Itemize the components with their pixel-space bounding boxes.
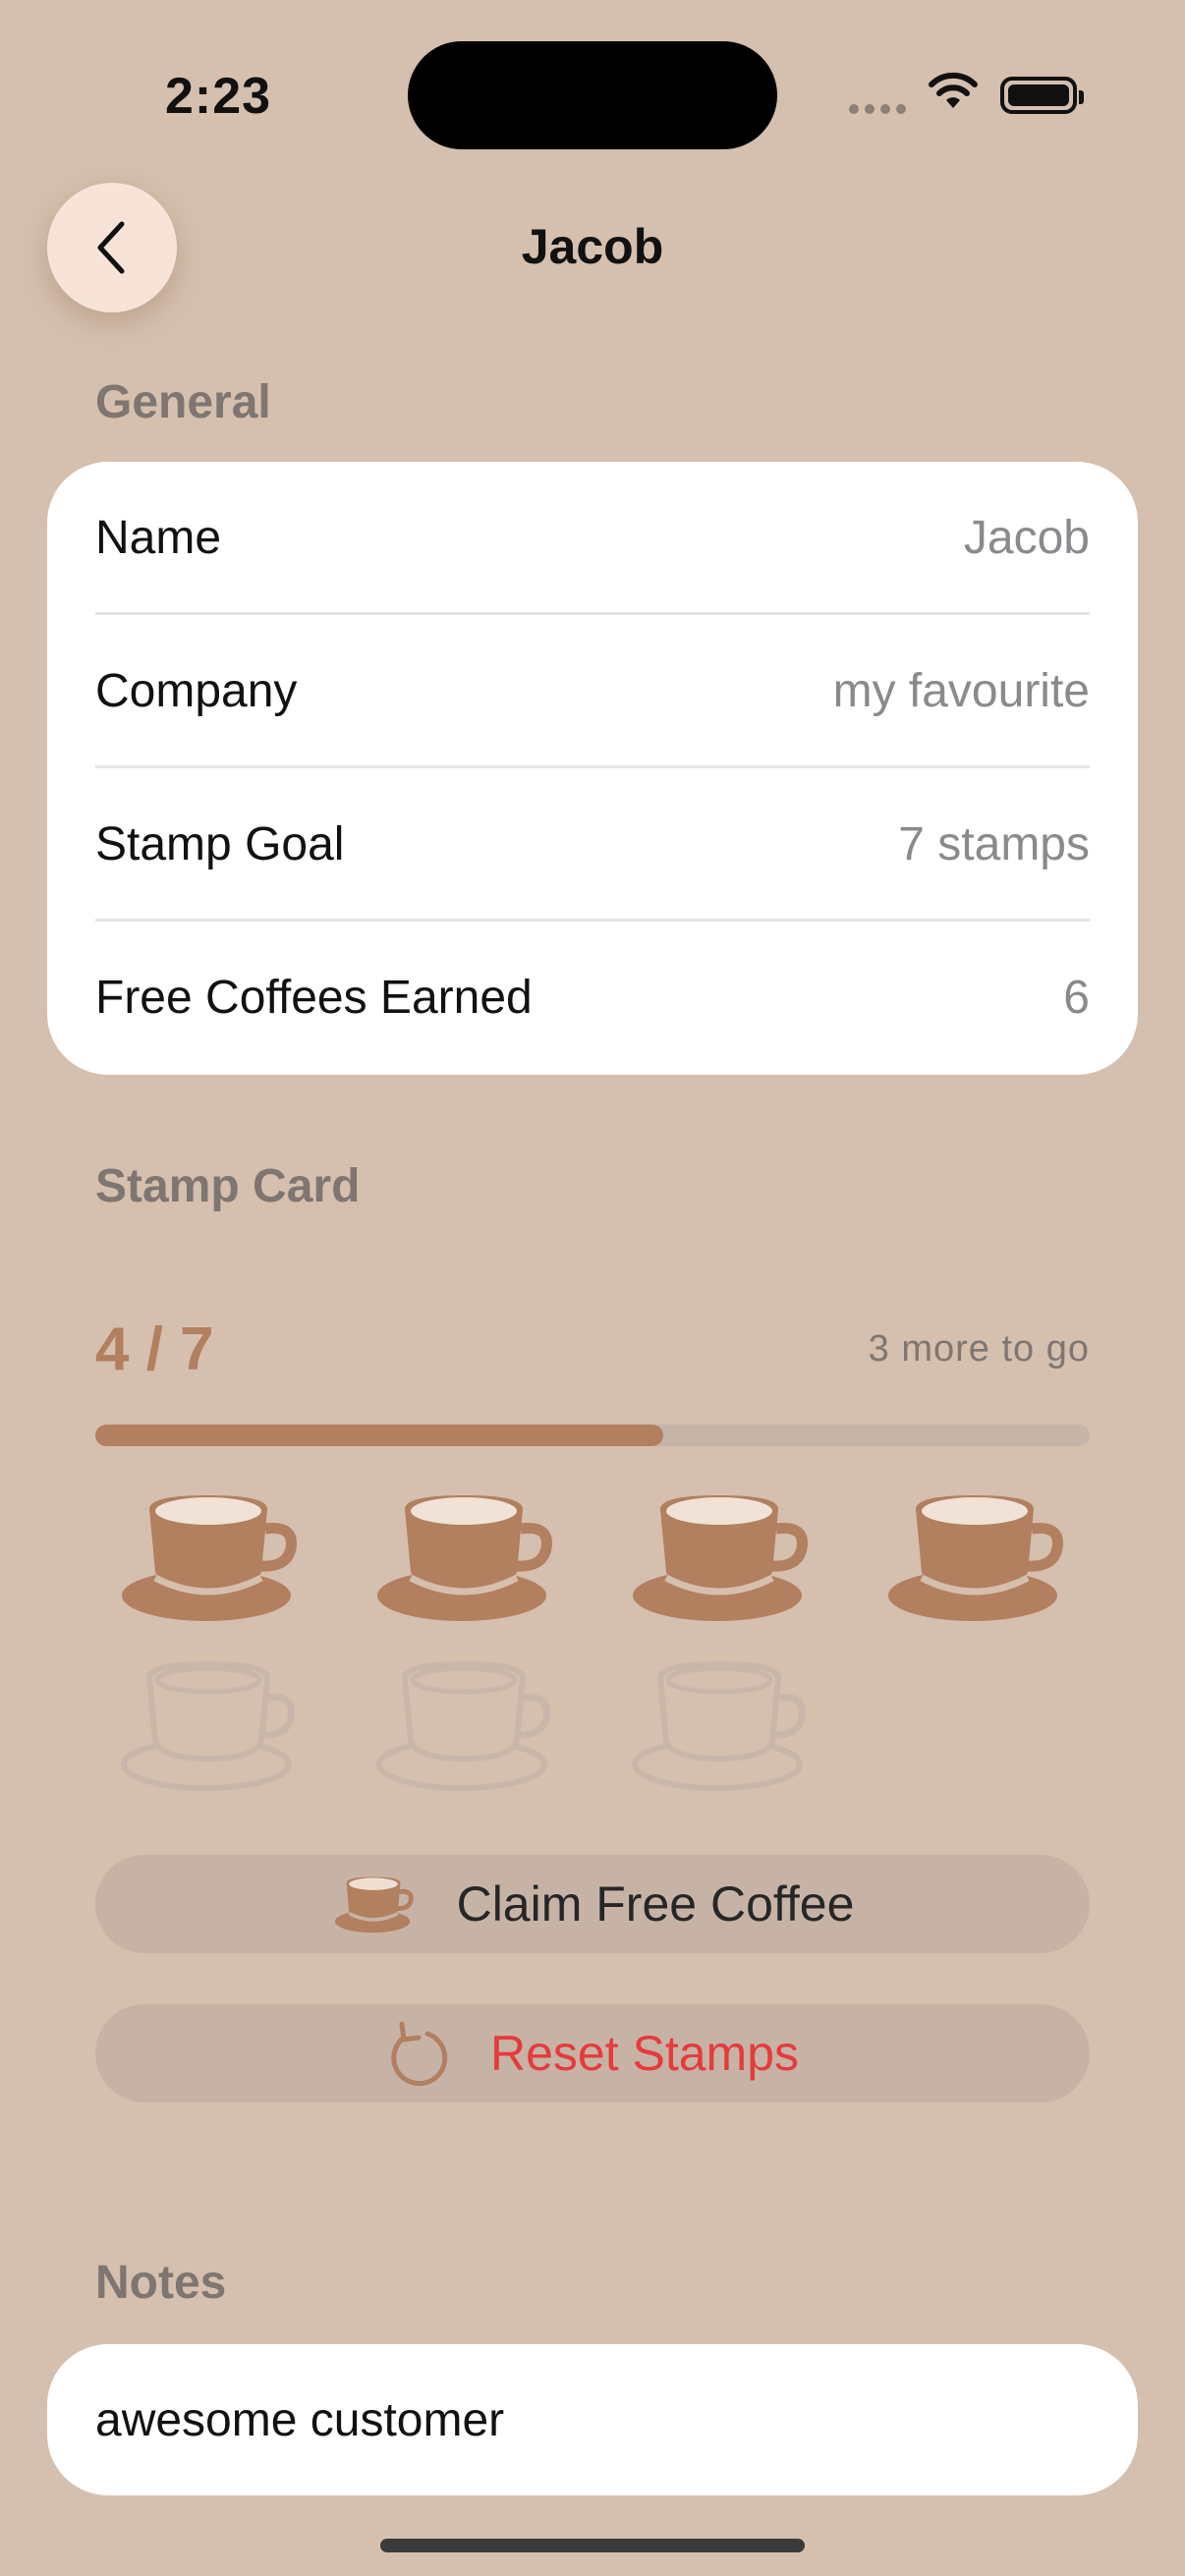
stamp-filled-icon[interactable] <box>375 1485 552 1623</box>
reset-arrow-icon <box>391 2021 448 2087</box>
row-label: Name <box>95 512 222 564</box>
reset-button-label: Reset Stamps <box>489 2026 799 2081</box>
row-value: 6 <box>1063 972 1090 1024</box>
stamps-remaining-text: 3 more to go <box>868 1328 1090 1370</box>
stamp-progress-fill <box>95 1425 663 1446</box>
row-value: my favourite <box>832 665 1090 717</box>
notes-text: awesome customer <box>95 2393 505 2446</box>
stamp-empty-icon[interactable] <box>631 1654 808 1792</box>
section-header-stamp-card: Stamp Card <box>95 1160 361 1212</box>
claim-button-label: Claim Free Coffee <box>456 1876 855 1932</box>
claim-free-coffee-button[interactable]: Claim Free Coffee <box>95 1855 1090 1953</box>
stamp-empty-icon[interactable] <box>120 1654 297 1792</box>
row-label: Stamp Goal <box>95 818 345 870</box>
row-label: Free Coffees Earned <box>95 972 533 1024</box>
row-stamp-goal[interactable]: Stamp Goal 7 stamps <box>95 768 1090 921</box>
coffee-cup-icon <box>334 1876 414 1933</box>
stamp-empty-icon[interactable] <box>375 1654 552 1792</box>
stamp-progress-bar <box>95 1425 1090 1446</box>
stamp-filled-icon[interactable] <box>631 1485 808 1623</box>
stamp-filled-icon[interactable] <box>886 1485 1063 1623</box>
stamp-filled-icon[interactable] <box>120 1485 297 1623</box>
page-title: Jacob <box>521 219 664 274</box>
cellular-signal-icon <box>849 104 906 114</box>
row-label: Company <box>95 665 298 717</box>
section-header-general: General <box>95 376 271 428</box>
stamp-progress-count: 4 / 7 <box>95 1316 214 1383</box>
notes-field[interactable]: awesome customer <box>47 2344 1138 2495</box>
row-free-coffees: Free Coffees Earned 6 <box>95 922 1090 1074</box>
wifi-icon <box>929 72 978 108</box>
reset-stamps-button[interactable]: Reset Stamps <box>95 2004 1090 2102</box>
section-header-notes: Notes <box>95 2257 227 2309</box>
general-card: Name Jacob Company my favourite Stamp Go… <box>47 462 1138 1075</box>
row-company[interactable]: Company my favourite <box>95 615 1090 767</box>
row-name[interactable]: Name Jacob <box>95 462 1090 614</box>
row-value: 7 stamps <box>898 818 1090 870</box>
row-value: Jacob <box>963 512 1090 564</box>
dynamic-island <box>408 41 777 149</box>
status-time: 2:23 <box>165 68 272 125</box>
battery-icon <box>1000 77 1084 114</box>
home-indicator <box>380 2539 805 2552</box>
